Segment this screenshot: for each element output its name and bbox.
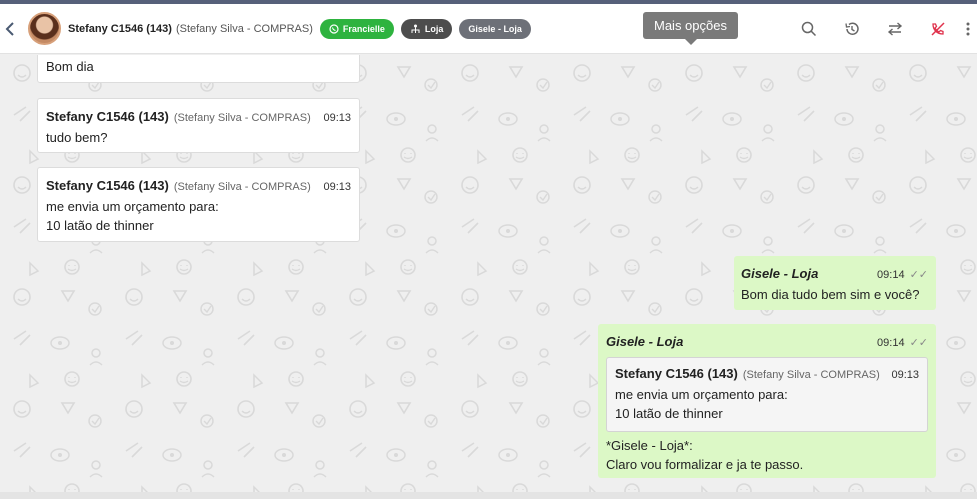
message-text: tudo bem? xyxy=(46,130,108,145)
message-header: Gisele - Loja 09:14 ✓✓ xyxy=(741,264,928,285)
message-author: Stefany C1546 (143) xyxy=(46,109,169,124)
message-text-line: Claro vou formalizar e ja te passo. xyxy=(606,457,804,472)
message-text-line: 10 latão de thinner xyxy=(46,218,154,233)
tag-label: Gisele - Loja xyxy=(468,23,522,34)
quoted-time: 09:13 xyxy=(891,369,919,381)
message-outgoing[interactable]: Gisele - Loja 09:14 ✓✓ Bom dia tudo bem … xyxy=(734,256,936,310)
message-author: Gisele - Loja xyxy=(741,266,819,281)
tooltip-more-options: Mais opções xyxy=(643,12,738,45)
message-header: Stefany C1546 (143) (Stefany Silva - COM… xyxy=(46,107,351,128)
tag-gisele-loja[interactable]: Gisele - Loja xyxy=(459,18,531,39)
history-icon[interactable] xyxy=(830,4,873,54)
message-author: Stefany C1546 (143) xyxy=(46,178,169,193)
message-text-line: me envia um orçamento para: xyxy=(46,199,219,214)
chat-header: Stefany C1546 (143) (Stefany Silva - COM… xyxy=(0,4,977,54)
tag-label: Loja xyxy=(424,23,444,34)
back-icon[interactable] xyxy=(0,4,20,54)
quoted-message[interactable]: Stefany C1546 (143) (Stefany Silva - COM… xyxy=(606,357,928,432)
double-check-icon: ✓✓ xyxy=(909,337,928,349)
quoted-message-header: Stefany C1546 (143) (Stefany Silva - COM… xyxy=(615,364,919,385)
quoted-author-subtitle: (Stefany Silva - COMPRAS) xyxy=(742,369,880,381)
contact-name: Stefany C1546 (143) xyxy=(68,22,172,35)
end-call-icon[interactable] xyxy=(916,4,959,54)
message-author-subtitle: (Stefany Silva - COMPRAS) xyxy=(173,181,311,193)
message-incoming[interactable]: Stefany C1546 (143) (Stefany Silva - COM… xyxy=(37,167,360,242)
message-time: 09:13 xyxy=(323,112,351,124)
double-check-icon: ✓✓ xyxy=(909,269,928,281)
quoted-author: Stefany C1546 (143) xyxy=(615,366,738,381)
tag-francielle[interactable]: Francielle xyxy=(319,18,394,39)
message-author: Gisele - Loja xyxy=(606,334,684,349)
message-header: Gisele - Loja 09:14 ✓✓ xyxy=(606,332,928,353)
message-incoming[interactable]: Bom dia xyxy=(37,55,360,83)
search-icon[interactable] xyxy=(787,4,830,54)
message-text-line: *Gisele - Loja*: xyxy=(606,438,693,453)
whatsapp-icon xyxy=(329,23,339,34)
message-outgoing[interactable]: Gisele - Loja 09:14 ✓✓ Stefany C1546 (14… xyxy=(598,324,936,478)
message-time: 09:14 xyxy=(877,269,905,281)
tag-loja[interactable]: Loja xyxy=(400,18,453,39)
message-text: Bom dia tudo bem sim e você? xyxy=(741,287,920,302)
chat-area[interactable]: Bom dia Stefany C1546 (143) (Stefany Sil… xyxy=(0,55,977,499)
avatar[interactable] xyxy=(28,12,61,45)
message-incoming[interactable]: Stefany C1546 (143) (Stefany Silva - COM… xyxy=(37,98,360,153)
message-header: Stefany C1546 (143) (Stefany Silva - COM… xyxy=(46,176,351,197)
message-time: 09:13 xyxy=(323,181,351,193)
message-author-subtitle: (Stefany Silva - COMPRAS) xyxy=(173,112,311,124)
more-options-icon[interactable] xyxy=(959,4,977,54)
transfer-icon[interactable] xyxy=(873,4,916,54)
quoted-text-line: me envia um orçamento para: xyxy=(615,387,788,402)
contact-subtitle: (Stefany Silva - COMPRAS) xyxy=(175,22,313,35)
quoted-text-line: 10 latão de thinner xyxy=(615,406,723,421)
message-text: Bom dia xyxy=(46,59,94,74)
composer-edge xyxy=(0,492,977,499)
message-time: 09:14 xyxy=(877,337,905,349)
hierarchy-icon xyxy=(411,24,420,33)
tag-label: Francielle xyxy=(342,23,385,34)
